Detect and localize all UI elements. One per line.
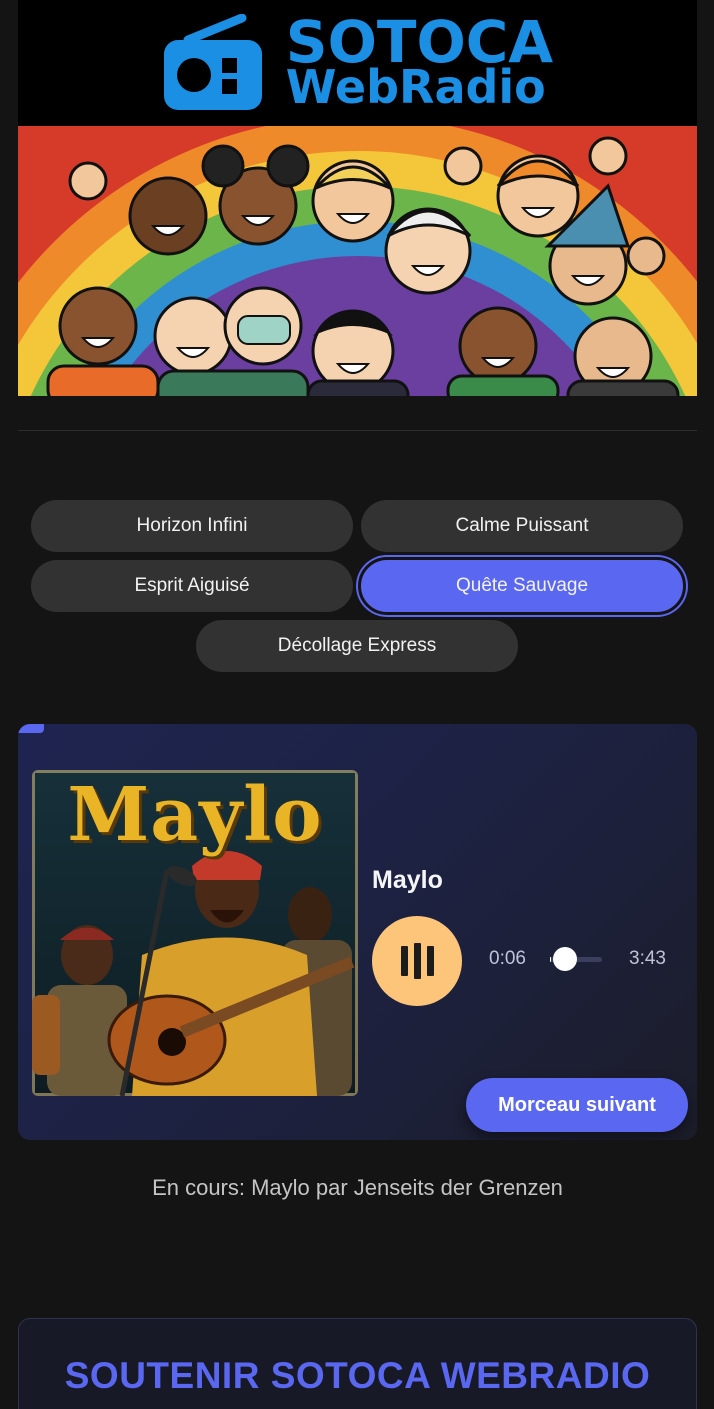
- current-time: 0:06: [489, 948, 526, 969]
- support-section: SOUTENIR SOTOCA WEBRADIO: [18, 1318, 697, 1409]
- album-cover-title: Maylo: [67, 772, 323, 858]
- support-title: SOUTENIR SOTOCA WEBRADIO: [64, 1355, 651, 1396]
- seek-slider[interactable]: [550, 947, 602, 971]
- station-button-calme-puissant[interactable]: Calme Puissant: [361, 500, 683, 552]
- seek-slider-fill: [550, 957, 552, 962]
- pause-icon: [413, 943, 421, 979]
- total-time: 3:43: [629, 948, 666, 969]
- station-button-horizon-infini[interactable]: Horizon Infini: [31, 500, 353, 552]
- page: SOTOCA WebRadio Horizon Infini Calme Pui…: [18, 0, 697, 1409]
- seek-slider-thumb[interactable]: [553, 947, 578, 971]
- station-button-esprit-aiguise[interactable]: Esprit Aiguisé: [31, 560, 353, 612]
- next-track-button[interactable]: Morceau suivant: [466, 1078, 688, 1132]
- track-title: Maylo: [372, 866, 443, 894]
- pause-icon: [400, 946, 408, 976]
- now-playing-text: En cours: Maylo par Jenseits der Grenzen: [152, 1175, 563, 1200]
- radio-icon: [163, 14, 262, 110]
- logo-line-2: WebRadio: [285, 60, 546, 115]
- logo-wordmark: SOTOCA WebRadio: [285, 13, 553, 115]
- card-progress-strip: [18, 724, 44, 733]
- divider: [18, 430, 697, 431]
- pause-icon: [426, 946, 434, 976]
- banner-illustration: [18, 126, 697, 396]
- pause-button[interactable]: [372, 916, 462, 1006]
- station-button-decollage-express[interactable]: Décollage Express: [196, 620, 518, 672]
- album-cover: Maylo: [32, 770, 358, 1096]
- station-button-quete-sauvage[interactable]: Quête Sauvage: [358, 557, 686, 615]
- site-header: SOTOCA WebRadio: [18, 0, 697, 126]
- player-card: Maylo Maylo 0:06 3:43 Morceau suivant: [18, 724, 697, 1140]
